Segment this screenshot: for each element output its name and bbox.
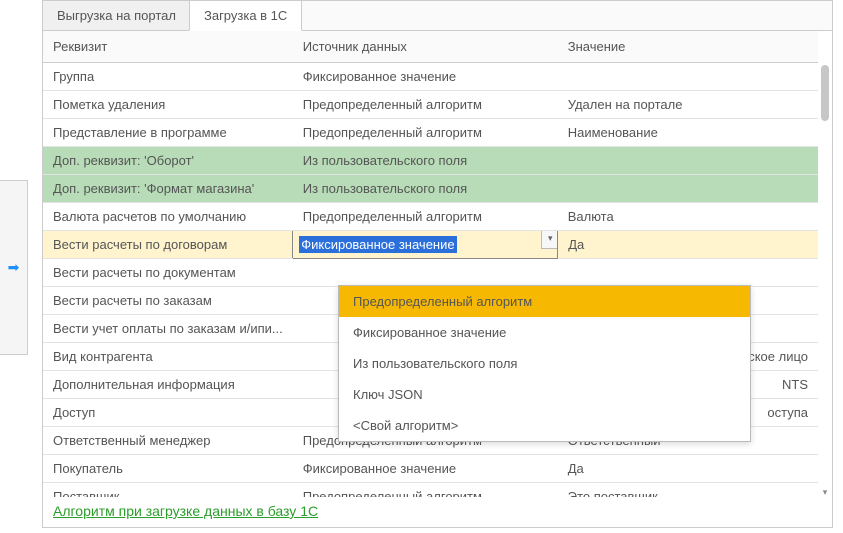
table-header-row: Реквизит Источник данных Значение — [43, 31, 818, 63]
cell-attr[interactable]: Вести расчеты по документам — [43, 259, 293, 287]
table-row[interactable]: Поставшик Предопределенный алгоритм Это … — [43, 483, 818, 498]
table-row[interactable]: Валюта расчетов по умолчанию Предопредел… — [43, 203, 818, 231]
tab-import[interactable]: Загрузка в 1С — [189, 0, 302, 31]
source-dropdown: Предопределенный алгоритм Фиксированное … — [338, 285, 751, 442]
col-value[interactable]: Значение — [558, 31, 818, 63]
cell-source-editing[interactable]: Фиксированное значение ▾ — [293, 231, 558, 259]
cell-attr[interactable]: Покупатель — [43, 455, 293, 483]
cell-attr[interactable]: Дополнительная информация — [43, 371, 293, 399]
cell-value[interactable]: Да — [558, 455, 818, 483]
chevron-down-icon: ▾ — [548, 233, 553, 244]
side-collapse-panel[interactable]: ➡ — [0, 180, 28, 355]
cell-source[interactable]: Предопределенный алгоритм — [293, 119, 558, 147]
table-row[interactable]: Группа Фиксированное значение — [43, 63, 818, 91]
cell-source[interactable] — [293, 259, 558, 287]
cell-attr[interactable]: Доступ — [43, 399, 293, 427]
cell-attr[interactable]: Группа — [43, 63, 293, 91]
cell-value[interactable]: Да — [558, 231, 818, 259]
table-row-active[interactable]: Вести расчеты по договорам Фиксированное… — [43, 231, 818, 259]
col-source[interactable]: Источник данных — [293, 31, 558, 63]
cell-source[interactable]: Из пользовательского поля — [293, 147, 558, 175]
col-attribute[interactable]: Реквизит — [43, 31, 293, 63]
main-panel: Выгрузка на портал Загрузка в 1С Реквизи… — [42, 0, 833, 528]
cell-value[interactable] — [558, 259, 818, 287]
dropdown-item[interactable]: Предопределенный алгоритм — [339, 286, 750, 317]
cell-attr[interactable]: Валюта расчетов по умолчанию — [43, 203, 293, 231]
cell-attr[interactable]: Вести учет оплаты по заказам и/ипи... — [43, 315, 293, 343]
cell-attr[interactable]: Вести расчеты по договорам — [43, 231, 293, 259]
cell-attr[interactable]: Поставшик — [43, 483, 293, 498]
cell-value[interactable]: Валюта — [558, 203, 818, 231]
cell-value[interactable] — [558, 63, 818, 91]
table-row[interactable]: Пометка удаления Предопределенный алгори… — [43, 91, 818, 119]
cell-source[interactable]: Предопределенный алгоритм — [293, 91, 558, 119]
table-row[interactable]: Доп. реквизит: 'Формат магазина' Из поль… — [43, 175, 818, 203]
scroll-down-icon[interactable]: ▾ — [820, 487, 830, 497]
table-row[interactable]: Вести расчеты по документам — [43, 259, 818, 287]
table-row[interactable]: Покупатель Фиксированное значение Да — [43, 455, 818, 483]
cell-attr[interactable]: Представление в программе — [43, 119, 293, 147]
cell-attr[interactable]: Доп. реквизит: 'Формат магазина' — [43, 175, 293, 203]
cell-source[interactable]: Фиксированное значение — [293, 455, 558, 483]
cell-value[interactable] — [558, 147, 818, 175]
cell-value[interactable] — [558, 175, 818, 203]
dropdown-item[interactable]: Фиксированное значение — [339, 317, 750, 348]
cell-value[interactable]: Удален на портале — [558, 91, 818, 119]
cell-attr[interactable]: Пометка удаления — [43, 91, 293, 119]
expand-right-icon: ➡ — [8, 259, 20, 276]
algorithm-link[interactable]: Алгоритм при загрузке данных в базу 1С — [43, 497, 832, 525]
dropdown-item[interactable]: Ключ JSON — [339, 379, 750, 410]
dropdown-toggle-button[interactable]: ▾ — [541, 231, 558, 250]
vertical-scrollbar[interactable]: ▾ — [820, 65, 830, 495]
table-row[interactable]: Представление в программе Предопределенн… — [43, 119, 818, 147]
dropdown-item[interactable]: Из пользовательского поля — [339, 348, 750, 379]
cell-source[interactable]: Предопределенный алгоритм — [293, 203, 558, 231]
cell-source[interactable]: Предопределенный алгоритм — [293, 483, 558, 498]
table-row[interactable]: Доп. реквизит: 'Оборот' Из пользовательс… — [43, 147, 818, 175]
cell-value[interactable]: Наименование — [558, 119, 818, 147]
cell-attr[interactable]: Доп. реквизит: 'Оборот' — [43, 147, 293, 175]
tab-export[interactable]: Выгрузка на портал — [42, 0, 191, 30]
cell-attr[interactable]: Ответственный менеджер — [43, 427, 293, 455]
cell-source[interactable]: Фиксированное значение — [293, 63, 558, 91]
cell-attr[interactable]: Вид контрагента — [43, 343, 293, 371]
table-container: Реквизит Источник данных Значение Группа… — [43, 31, 832, 497]
cell-value[interactable]: Это поставшик — [558, 483, 818, 498]
cell-source[interactable]: Из пользовательского поля — [293, 175, 558, 203]
dropdown-item[interactable]: <Свой алгоритм> — [339, 410, 750, 441]
tab-bar: Выгрузка на портал Загрузка в 1С — [43, 1, 832, 31]
selected-source-text: Фиксированное значение — [299, 236, 456, 253]
cell-attr[interactable]: Вести расчеты по заказам — [43, 287, 293, 315]
scroll-thumb[interactable] — [821, 65, 829, 121]
